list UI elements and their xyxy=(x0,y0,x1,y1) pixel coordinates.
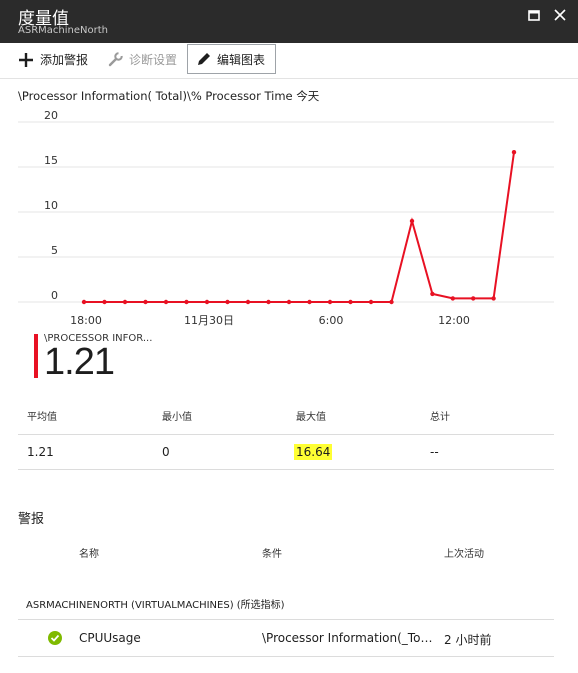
stats-divider xyxy=(18,434,554,435)
alert-condition-header: 条件 xyxy=(262,549,282,560)
y-tick-label: 5 xyxy=(51,244,58,257)
y-tick-label: 0 xyxy=(51,289,58,302)
alert-name-header: 名称 xyxy=(79,549,99,560)
toolbar: 添加警报 诊断设置 编辑图表 xyxy=(0,43,578,79)
check-icon xyxy=(48,631,62,645)
pencil-icon xyxy=(196,52,211,67)
avg-value: 1.21 xyxy=(27,445,54,459)
metric-chart[interactable]: 20 15 10 5 0 18:00 11月30日 6:00 12:00 xyxy=(0,108,578,333)
data-point xyxy=(245,299,251,305)
max-header: 最大值 xyxy=(296,412,326,423)
total-value: -- xyxy=(430,445,439,459)
add-alert-button[interactable]: 添加警报 xyxy=(18,43,88,76)
y-tick-label: 10 xyxy=(44,199,58,212)
diagnostics-settings-button[interactable]: 诊断设置 xyxy=(108,43,177,76)
x-tick-label: 6:00 xyxy=(319,314,344,327)
blade-subtitle: ASRMachineNorth xyxy=(18,25,108,36)
data-point xyxy=(204,299,210,305)
min-value: 0 xyxy=(162,445,170,459)
alerts-title: 警报 xyxy=(18,512,45,527)
edit-chart-label: 编辑图表 xyxy=(217,52,266,67)
data-point xyxy=(450,296,455,301)
data-point xyxy=(225,299,230,305)
total-header: 总计 xyxy=(430,412,450,423)
wrench-icon xyxy=(108,52,123,67)
close-icon xyxy=(554,9,566,21)
summary-value: 1.21 xyxy=(44,341,115,383)
add-alert-label: 添加警报 xyxy=(40,53,89,67)
maximize-button[interactable] xyxy=(525,6,543,24)
series-line xyxy=(84,152,515,303)
plus-icon xyxy=(18,52,34,68)
close-button[interactable] xyxy=(551,6,569,24)
data-point xyxy=(327,299,333,305)
data-point xyxy=(184,299,189,305)
data-point xyxy=(511,150,517,155)
max-value-text: 16.64 xyxy=(294,444,333,460)
data-point xyxy=(122,299,128,305)
blade-header: 度量值 ASRMachineNorth xyxy=(0,0,578,43)
y-tick-label: 20 xyxy=(44,109,58,122)
x-tick-label: 11月30日 xyxy=(184,314,234,327)
alert-last-header: 上次活动 xyxy=(444,549,484,560)
stats-bottom-divider xyxy=(18,469,554,470)
max-value: 16.64 xyxy=(294,444,333,460)
alert-row-name[interactable]: CPUUsage xyxy=(79,631,141,645)
data-point xyxy=(430,291,435,297)
data-point xyxy=(102,299,107,305)
chart-title: \Processor Information( Total)\% Process… xyxy=(18,89,320,103)
data-point xyxy=(266,299,271,305)
alerts-divider xyxy=(18,619,554,620)
data-point xyxy=(389,299,394,305)
data-point xyxy=(163,299,169,305)
alert-row-last: 2 小时前 xyxy=(444,633,492,647)
data-point xyxy=(143,299,148,305)
edit-chart-button[interactable]: 编辑图表 xyxy=(187,44,276,74)
data-point xyxy=(307,299,312,305)
min-header: 最小值 xyxy=(162,412,192,423)
data-point xyxy=(471,296,476,301)
alert-row-condition: \Processor Information(_Tot... xyxy=(262,631,434,645)
alerts-bottom-divider xyxy=(18,656,554,657)
data-point xyxy=(409,218,415,224)
avg-header: 平均值 xyxy=(27,412,57,423)
data-point xyxy=(491,296,496,301)
data-point xyxy=(368,299,374,305)
series-color-bar xyxy=(34,334,38,378)
data-point xyxy=(348,299,353,305)
x-tick-label: 12:00 xyxy=(438,314,470,327)
maximize-icon xyxy=(528,9,540,21)
x-tick-label: 18:00 xyxy=(70,314,102,327)
data-point xyxy=(81,299,87,305)
y-tick-label: 15 xyxy=(44,154,58,167)
alert-group-label: ASRMACHINENORTH (VIRTUALMACHINES) (所选指标) xyxy=(26,600,285,611)
data-point xyxy=(286,299,292,305)
diagnostics-settings-label: 诊断设置 xyxy=(129,53,178,67)
